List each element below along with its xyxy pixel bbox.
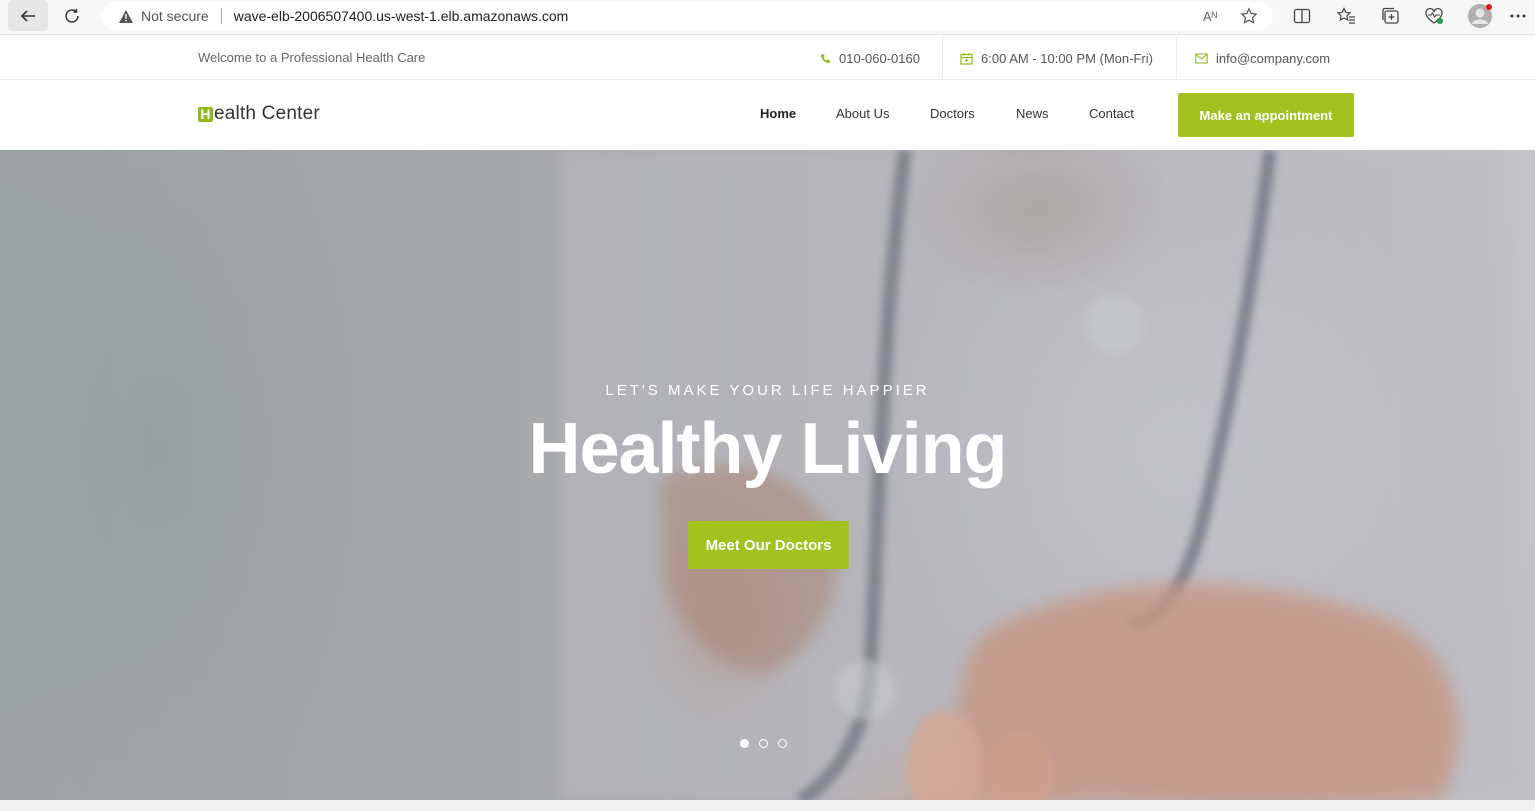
envelope-icon: [1195, 52, 1208, 64]
meet-our-doctors-button[interactable]: Meet Our Doctors: [688, 521, 849, 569]
nav-news[interactable]: News: [1016, 106, 1049, 121]
slider-dot-3[interactable]: [778, 739, 787, 748]
slider-pagination: [740, 739, 787, 748]
phone-info: 010-060-0160: [820, 36, 920, 80]
favorite-star-icon[interactable]: [1234, 2, 1264, 30]
opening-hours: 6:00 AM - 10:00 PM (Mon-Fri): [981, 50, 1153, 66]
more-options-icon[interactable]: [1502, 2, 1534, 30]
info-divider: [1176, 36, 1177, 80]
back-button[interactable]: [8, 0, 48, 31]
next-section-edge: [0, 800, 1535, 811]
browser-essentials-icon[interactable]: [1418, 2, 1450, 30]
welcome-text: Welcome to a Professional Health Care: [198, 50, 426, 65]
slider-dot-1[interactable]: [740, 739, 749, 748]
hero-slider: LET'S MAKE YOUR LIFE HAPPIER Healthy Liv…: [0, 150, 1535, 800]
profile-avatar[interactable]: [1464, 2, 1496, 30]
hours-info: 6:00 AM - 10:00 PM (Mon-Fri): [960, 36, 1153, 80]
address-divider: [220, 8, 222, 24]
nav-about-us[interactable]: About Us: [836, 106, 889, 121]
reload-button[interactable]: [52, 0, 92, 31]
phone-icon: [820, 53, 831, 64]
browser-toolbar: Not secure wave-elb-2006507400.us-west-1…: [0, 0, 1535, 35]
logo-text: ealth Center: [214, 103, 320, 124]
nav-doctors[interactable]: Doctors: [930, 106, 975, 121]
phone-number[interactable]: 010-060-0160: [839, 51, 920, 66]
calendar-icon: [960, 52, 973, 65]
nav-contact[interactable]: Contact: [1089, 106, 1134, 121]
read-aloud-icon[interactable]: Aᴺ: [1195, 2, 1225, 30]
reload-icon: [65, 8, 79, 23]
info-divider: [942, 36, 943, 80]
arrow-left-icon: [20, 9, 35, 22]
email-info: info@company.com: [1195, 36, 1330, 80]
split-screen-icon[interactable]: [1286, 2, 1318, 30]
hero-subtitle: LET'S MAKE YOUR LIFE HAPPIER: [605, 382, 930, 399]
slider-dot-2[interactable]: [759, 739, 768, 748]
hero-title: Healthy Living: [528, 409, 1007, 489]
nav-home[interactable]: Home: [760, 106, 796, 121]
logo-initial: H: [198, 106, 213, 122]
collections-icon[interactable]: [1374, 2, 1406, 30]
email-address[interactable]: info@company.com: [1216, 51, 1330, 66]
top-info-bar: Welcome to a Professional Health Care 01…: [0, 36, 1535, 80]
make-appointment-button[interactable]: Make an appointment: [1178, 93, 1354, 137]
favorites-icon[interactable]: [1330, 2, 1362, 30]
address-bar[interactable]: Not secure wave-elb-2006507400.us-west-1…: [101, 2, 1273, 30]
main-navigation: H ealth Center Home About Us Doctors New…: [0, 80, 1535, 150]
url-text[interactable]: wave-elb-2006507400.us-west-1.elb.amazon…: [234, 8, 569, 24]
site-logo[interactable]: H ealth Center: [198, 103, 320, 125]
security-label[interactable]: Not secure: [141, 8, 209, 24]
warning-icon[interactable]: [118, 9, 134, 24]
